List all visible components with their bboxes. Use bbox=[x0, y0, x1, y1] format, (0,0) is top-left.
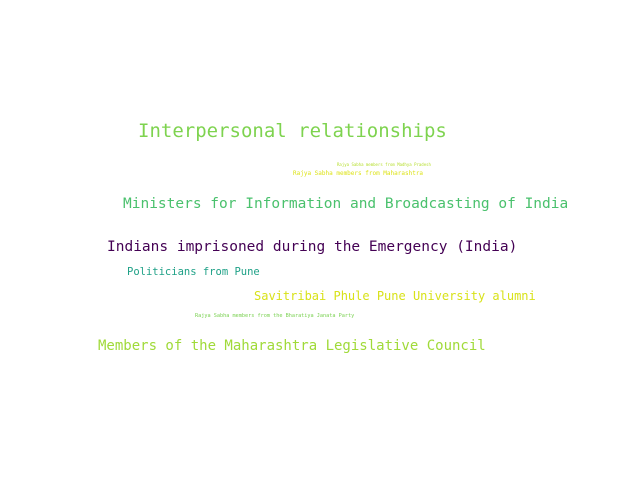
cloud-word: Rajya Sabha members from Madhya Pradesh bbox=[337, 162, 431, 167]
cloud-word: Members of the Maharashtra Legislative C… bbox=[98, 338, 486, 354]
cloud-word: Rajya Sabha members from Maharashtra bbox=[293, 170, 424, 177]
cloud-word: Rajya Sabha members from the Bharatiya J… bbox=[195, 313, 355, 319]
cloud-word: Ministers for Information and Broadcasti… bbox=[123, 196, 569, 212]
word-cloud: Interpersonal relationships Rajya Sabha … bbox=[0, 0, 640, 480]
cloud-word: Politicians from Pune bbox=[127, 266, 260, 278]
cloud-word: Savitribai Phule Pune University alumni bbox=[254, 289, 536, 303]
cloud-word: Indians imprisoned during the Emergency … bbox=[107, 239, 518, 255]
cloud-word: Interpersonal relationships bbox=[138, 120, 447, 142]
